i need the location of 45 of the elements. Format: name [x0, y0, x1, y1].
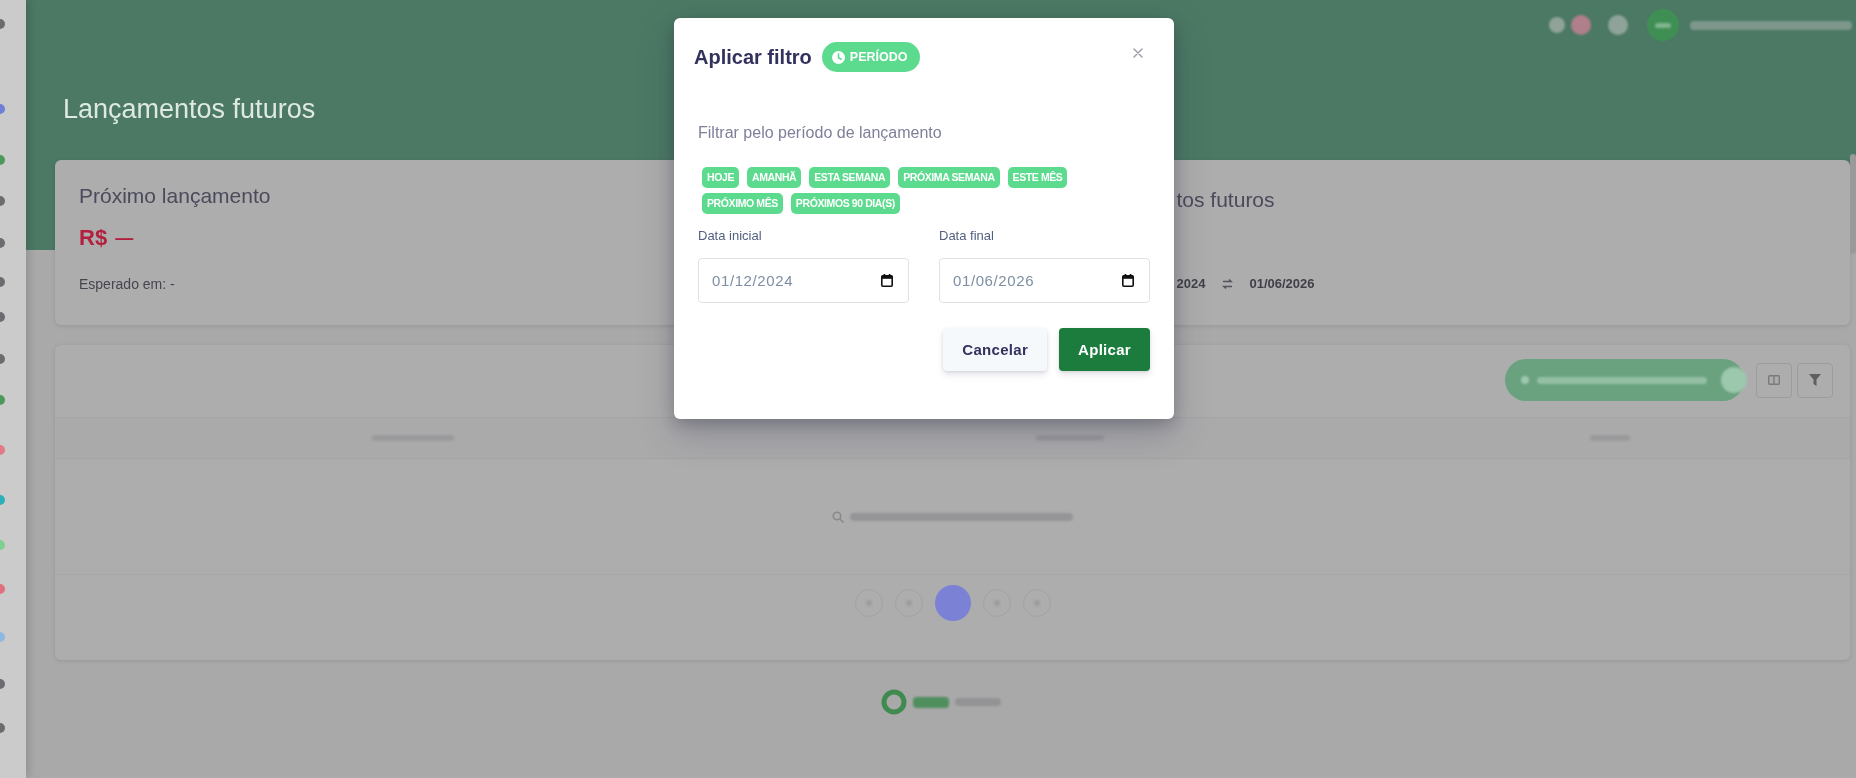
round-icon[interactable] [1549, 17, 1565, 33]
avatar-icon[interactable] [1647, 9, 1679, 41]
preset-chip[interactable]: HOJE [702, 167, 739, 188]
dialog-subtitle: Filtrar pelo período de lançamento [698, 123, 942, 143]
columns-icon [1768, 375, 1780, 385]
calendar-icon[interactable] [1122, 274, 1134, 287]
expected-date-label: Esperado em: - [79, 275, 175, 294]
round-icon [1721, 367, 1747, 393]
search-icon [832, 510, 844, 523]
card-title: tos futuros [1176, 188, 1275, 212]
field-label: Data inicial [698, 227, 762, 245]
date-field[interactable]: 01/06/2026 [939, 258, 1150, 303]
preset-chip[interactable]: PRÓXIMA SEMANA [898, 167, 1000, 188]
arrows-icon [1222, 278, 1234, 290]
page-title: Lançamentos futuros [63, 94, 316, 124]
pill-button[interactable] [1505, 359, 1744, 401]
preset-chip[interactable]: PRÓXIMOS 90 DIA(S) [790, 193, 900, 214]
cancel-button[interactable]: Cancelar [943, 328, 1048, 371]
calendar-icon[interactable] [881, 274, 893, 287]
date-text: 01/06/2026 [1249, 275, 1315, 293]
preset-chip[interactable]: ESTE MÊS [1007, 167, 1068, 188]
dialog-title: Aplicar filtro [694, 45, 812, 70]
amount-currency: R$ [79, 224, 108, 252]
date-field[interactable]: 01/12/2024 [698, 258, 909, 303]
preset-chip[interactable]: AMANHÃ [747, 167, 802, 188]
badge-label: PERÍODO [849, 50, 908, 64]
round-icon[interactable] [1608, 15, 1628, 35]
preset-chip[interactable]: ESTA SEMANA [809, 167, 891, 188]
preset-chip[interactable]: PRÓXIMO MÊS [702, 193, 783, 214]
icon-button[interactable] [1756, 362, 1792, 398]
round-icon[interactable] [1571, 15, 1591, 35]
blurred-label [913, 696, 949, 708]
scrollbar-thumb[interactable] [1850, 154, 1856, 254]
date-text: 2024 [1176, 275, 1206, 293]
close-icon [1133, 48, 1143, 58]
card-title: Próximo lançamento [79, 184, 271, 208]
current-page-button[interactable] [934, 585, 971, 621]
field-label: Data final [939, 227, 994, 245]
apply-button[interactable]: Aplicar [1059, 328, 1150, 371]
amount-value: — [115, 228, 134, 248]
filter-icon [1809, 374, 1821, 386]
logo-icon [881, 689, 907, 715]
clock-icon [831, 50, 845, 64]
round-icon [1521, 376, 1529, 384]
icon-button[interactable] [1797, 362, 1833, 398]
